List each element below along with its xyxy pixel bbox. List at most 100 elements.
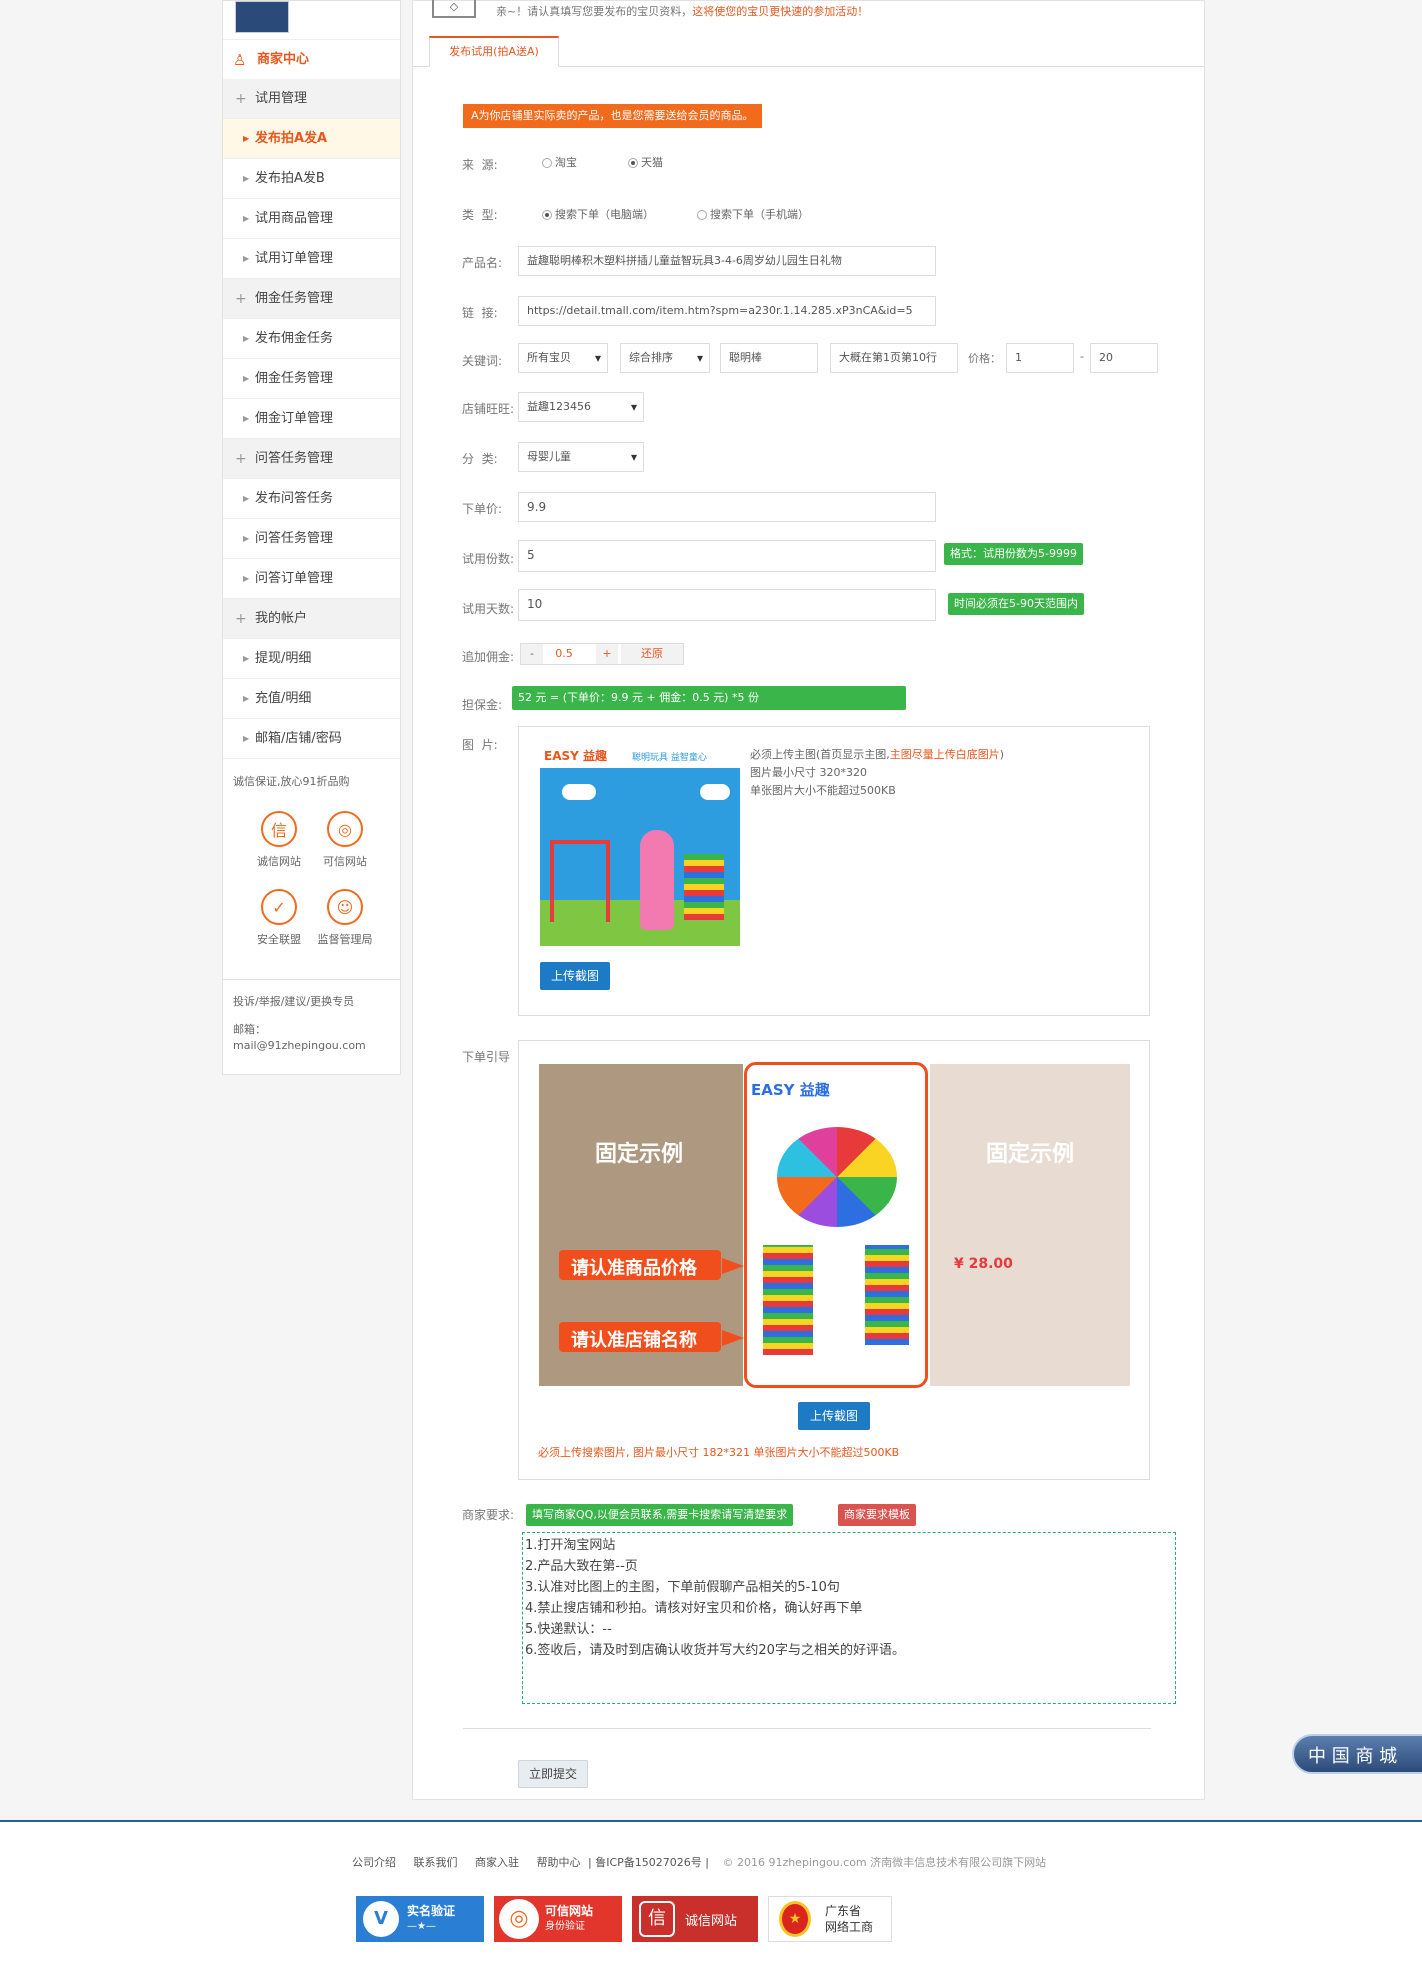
keyword-scope-select[interactable]: 所有宝贝 bbox=[518, 343, 608, 373]
sidebar-group-commission[interactable]: + 佣金任务管理 bbox=[223, 279, 400, 319]
radio-pc[interactable]: 搜索下单（电脑端） bbox=[542, 206, 654, 222]
sidebar-item-commission-orders[interactable]: ▶ 佣金订单管理 bbox=[223, 399, 400, 439]
commission-reset-button[interactable]: 还原 bbox=[621, 644, 683, 664]
requirement-template-button[interactable]: 商家要求模板 bbox=[838, 1504, 916, 1526]
example-center-image: EASY 益趣 bbox=[744, 1062, 928, 1388]
keyword-term-input[interactable]: 聪明棒 bbox=[720, 343, 818, 373]
deposit-label: 担保金: bbox=[462, 698, 503, 712]
link-input[interactable]: https://detail.tmall.com/item.htm?spm=a2… bbox=[518, 296, 936, 326]
source-label: 来 源: bbox=[462, 158, 498, 172]
image-brand-logo: EASY 益趣 bbox=[544, 749, 607, 763]
sidebar-item-commission-tasks[interactable]: ▶ 佣金任务管理 bbox=[223, 359, 400, 399]
example-price-tag: ¥ 28.00 bbox=[954, 1256, 1013, 1272]
floating-mall-badge[interactable]: 中 国 商 城 bbox=[1292, 1734, 1422, 1774]
category-select[interactable]: 母婴儿童 bbox=[518, 442, 644, 472]
arrow-right-icon: ▶ bbox=[243, 254, 250, 263]
plus-icon: + bbox=[235, 91, 247, 107]
arrow-right-icon: ▶ bbox=[243, 334, 250, 343]
sidebar-item-publish-qa[interactable]: ▶ 发布问答任务 bbox=[223, 479, 400, 519]
email-label: 邮箱： bbox=[233, 1023, 266, 1036]
form-divider bbox=[463, 1728, 1151, 1729]
copies-hint: 格式：试用份数为5-9999 bbox=[944, 543, 1083, 565]
keyword-label: 关键词: bbox=[462, 354, 503, 368]
trust-badge-credible[interactable]: ◎ 可信网站 bbox=[317, 811, 373, 869]
cloud-shape bbox=[562, 784, 596, 800]
requirements-label: 商家要求: bbox=[462, 1508, 515, 1522]
image-requirement-2: 图片最小尺寸 320*320 bbox=[750, 766, 867, 779]
footer-link-contact[interactable]: 联系我们 bbox=[414, 1854, 458, 1870]
radio-mobile[interactable]: 搜索下单（手机端） bbox=[697, 206, 809, 222]
arrow-right-icon: ▶ bbox=[243, 174, 250, 183]
sidebar-group-qa[interactable]: + 问答任务管理 bbox=[223, 439, 400, 479]
arrow-right-icon: ▶ bbox=[243, 654, 250, 663]
days-input[interactable]: 10 bbox=[518, 589, 936, 621]
qq-hint-badge: 填写商家QQ,以便会员联系,需要卡搜索请写清楚要求 bbox=[526, 1504, 794, 1526]
radio-taobao[interactable]: 淘宝 bbox=[542, 154, 577, 170]
sidebar: ♙ 商家中心 + 试用管理 ▶ 发布拍A发A ▶ 发布拍A发B ▶ 试用商品管理 ▶ 试用… bbox=[222, 0, 401, 1075]
price-input[interactable]: 9.9 bbox=[518, 492, 936, 522]
radio-icon bbox=[542, 210, 552, 220]
example-right-image: 固定示例 ¥ 28.00 bbox=[930, 1064, 1130, 1386]
days-hint: 时间必须在5-90天范围内 bbox=[948, 593, 1084, 615]
requirement-line: 1.打开淘宝网站 bbox=[525, 1538, 616, 1553]
sidebar-item-recharge[interactable]: ▶ 充值/明细 bbox=[223, 679, 400, 719]
sidebar-item-withdraw[interactable]: ▶ 提现/明细 bbox=[223, 639, 400, 679]
seal-sincere[interactable]: 信 诚信网站 bbox=[632, 1896, 758, 1942]
product-input[interactable]: 益趣聪明棒积木塑料拼插儿童益智玩具3-4-6周岁幼儿园生日礼物 bbox=[518, 246, 936, 276]
sidebar-item-trial-orders[interactable]: ▶ 试用订单管理 bbox=[223, 239, 400, 279]
trust-badge-sincere[interactable]: 信 诚信网站 bbox=[251, 811, 307, 869]
sidebar-group-account[interactable]: + 我的帐户 bbox=[223, 599, 400, 639]
type-label: 类 型: bbox=[462, 208, 498, 222]
tip-shop: 请认准店铺名称 bbox=[571, 1330, 697, 1351]
arrow-right-icon bbox=[722, 1330, 744, 1346]
sincere-icon: 信 bbox=[261, 811, 297, 847]
shop-label: 店铺旺旺: bbox=[462, 402, 515, 416]
footer-link-join[interactable]: 商家入驻 bbox=[475, 1854, 519, 1870]
top-notice: 亲~！请认真填写您要发布的宝贝资料，这将使您的宝贝更快速的参加活动！ bbox=[496, 5, 869, 18]
trust-badge-supervision[interactable]: ☺ 监督管理局 bbox=[317, 889, 373, 947]
user-icon: ♙ bbox=[233, 51, 247, 69]
swing-toy bbox=[550, 840, 610, 922]
upload-main-image-button[interactable]: 上传截图 bbox=[540, 962, 610, 990]
price-range-label: 价格： bbox=[968, 352, 1001, 365]
seal-gd-business[interactable]: ★ 广东省 网络工商 bbox=[768, 1896, 892, 1942]
supervision-icon: ☺ bbox=[327, 889, 363, 925]
sidebar-item-publish-a-a[interactable]: ▶ 发布拍A发A bbox=[223, 119, 400, 159]
seal-realname[interactable]: V 实名验证 —★— bbox=[356, 1896, 484, 1942]
keyword-position-input[interactable]: 大概在第1页第10行 bbox=[830, 343, 958, 373]
trust-badge-security[interactable]: ✓ 安全联盟 bbox=[251, 889, 307, 947]
upload-guide-image-button[interactable]: 上传截图 bbox=[798, 1402, 870, 1430]
sidebar-divider bbox=[223, 979, 400, 980]
sidebar-item-publish-a-b[interactable]: ▶ 发布拍A发B bbox=[223, 159, 400, 199]
footer-link-about[interactable]: 公司介绍 bbox=[352, 1854, 396, 1870]
tab-publish-trial[interactable]: 发布试用(拍A送A) bbox=[429, 36, 559, 67]
sidebar-item-publish-commission[interactable]: ▶ 发布佣金任务 bbox=[223, 319, 400, 359]
footer-link-help[interactable]: 帮助中心 bbox=[537, 1854, 581, 1870]
notice-icon: ◇ bbox=[432, 0, 476, 18]
commission-plus-button[interactable]: + bbox=[596, 644, 618, 664]
keyword-sort-select[interactable]: 综合排序 bbox=[620, 343, 710, 373]
price-label: 下单价: bbox=[462, 502, 503, 516]
tip-price: 请认准商品价格 bbox=[571, 1258, 697, 1279]
copies-input[interactable]: 5 bbox=[518, 540, 936, 572]
seal-credible[interactable]: ◎ 可信网站 身份验证 bbox=[494, 1896, 622, 1942]
sidebar-item-qa-orders[interactable]: ▶ 问答订单管理 bbox=[223, 559, 400, 599]
email-link[interactable]: mail@91zhepingou.com bbox=[233, 1039, 366, 1052]
price-max-input[interactable]: 20 bbox=[1090, 343, 1158, 373]
submit-button[interactable]: 立即提交 bbox=[518, 1760, 588, 1788]
arrow-right-icon: ▶ bbox=[243, 534, 250, 543]
price-min-input[interactable]: 1 bbox=[1006, 343, 1074, 373]
commission-minus-button[interactable]: - bbox=[521, 644, 543, 664]
sidebar-group-trial[interactable]: + 试用管理 bbox=[223, 79, 400, 119]
sidebar-item-qa-tasks[interactable]: ▶ 问答任务管理 bbox=[223, 519, 400, 559]
plus-icon: + bbox=[235, 451, 247, 467]
footer-icp[interactable]: | 鲁ICP备15027026号 | bbox=[588, 1856, 709, 1869]
footer-copyright: © 2016 91zhepingou.com 济南微丰信息技术有限公司旗下网站 bbox=[722, 1856, 1047, 1869]
shop-select[interactable]: 益趣123456 bbox=[518, 392, 644, 422]
radio-tmall[interactable]: 天猫 bbox=[628, 154, 663, 170]
requirements-textarea[interactable]: 1.打开淘宝网站 2.产品大致在第--页 3.认准对比图上的主图，下单前假聊产品… bbox=[522, 1532, 1176, 1704]
sincere-seal-icon: 信 bbox=[639, 1901, 675, 1937]
commission-value[interactable]: 0.5 bbox=[543, 644, 585, 664]
sidebar-item-settings[interactable]: ▶ 邮箱/店铺/密码 bbox=[223, 719, 400, 759]
sidebar-item-trial-goods[interactable]: ▶ 试用商品管理 bbox=[223, 199, 400, 239]
